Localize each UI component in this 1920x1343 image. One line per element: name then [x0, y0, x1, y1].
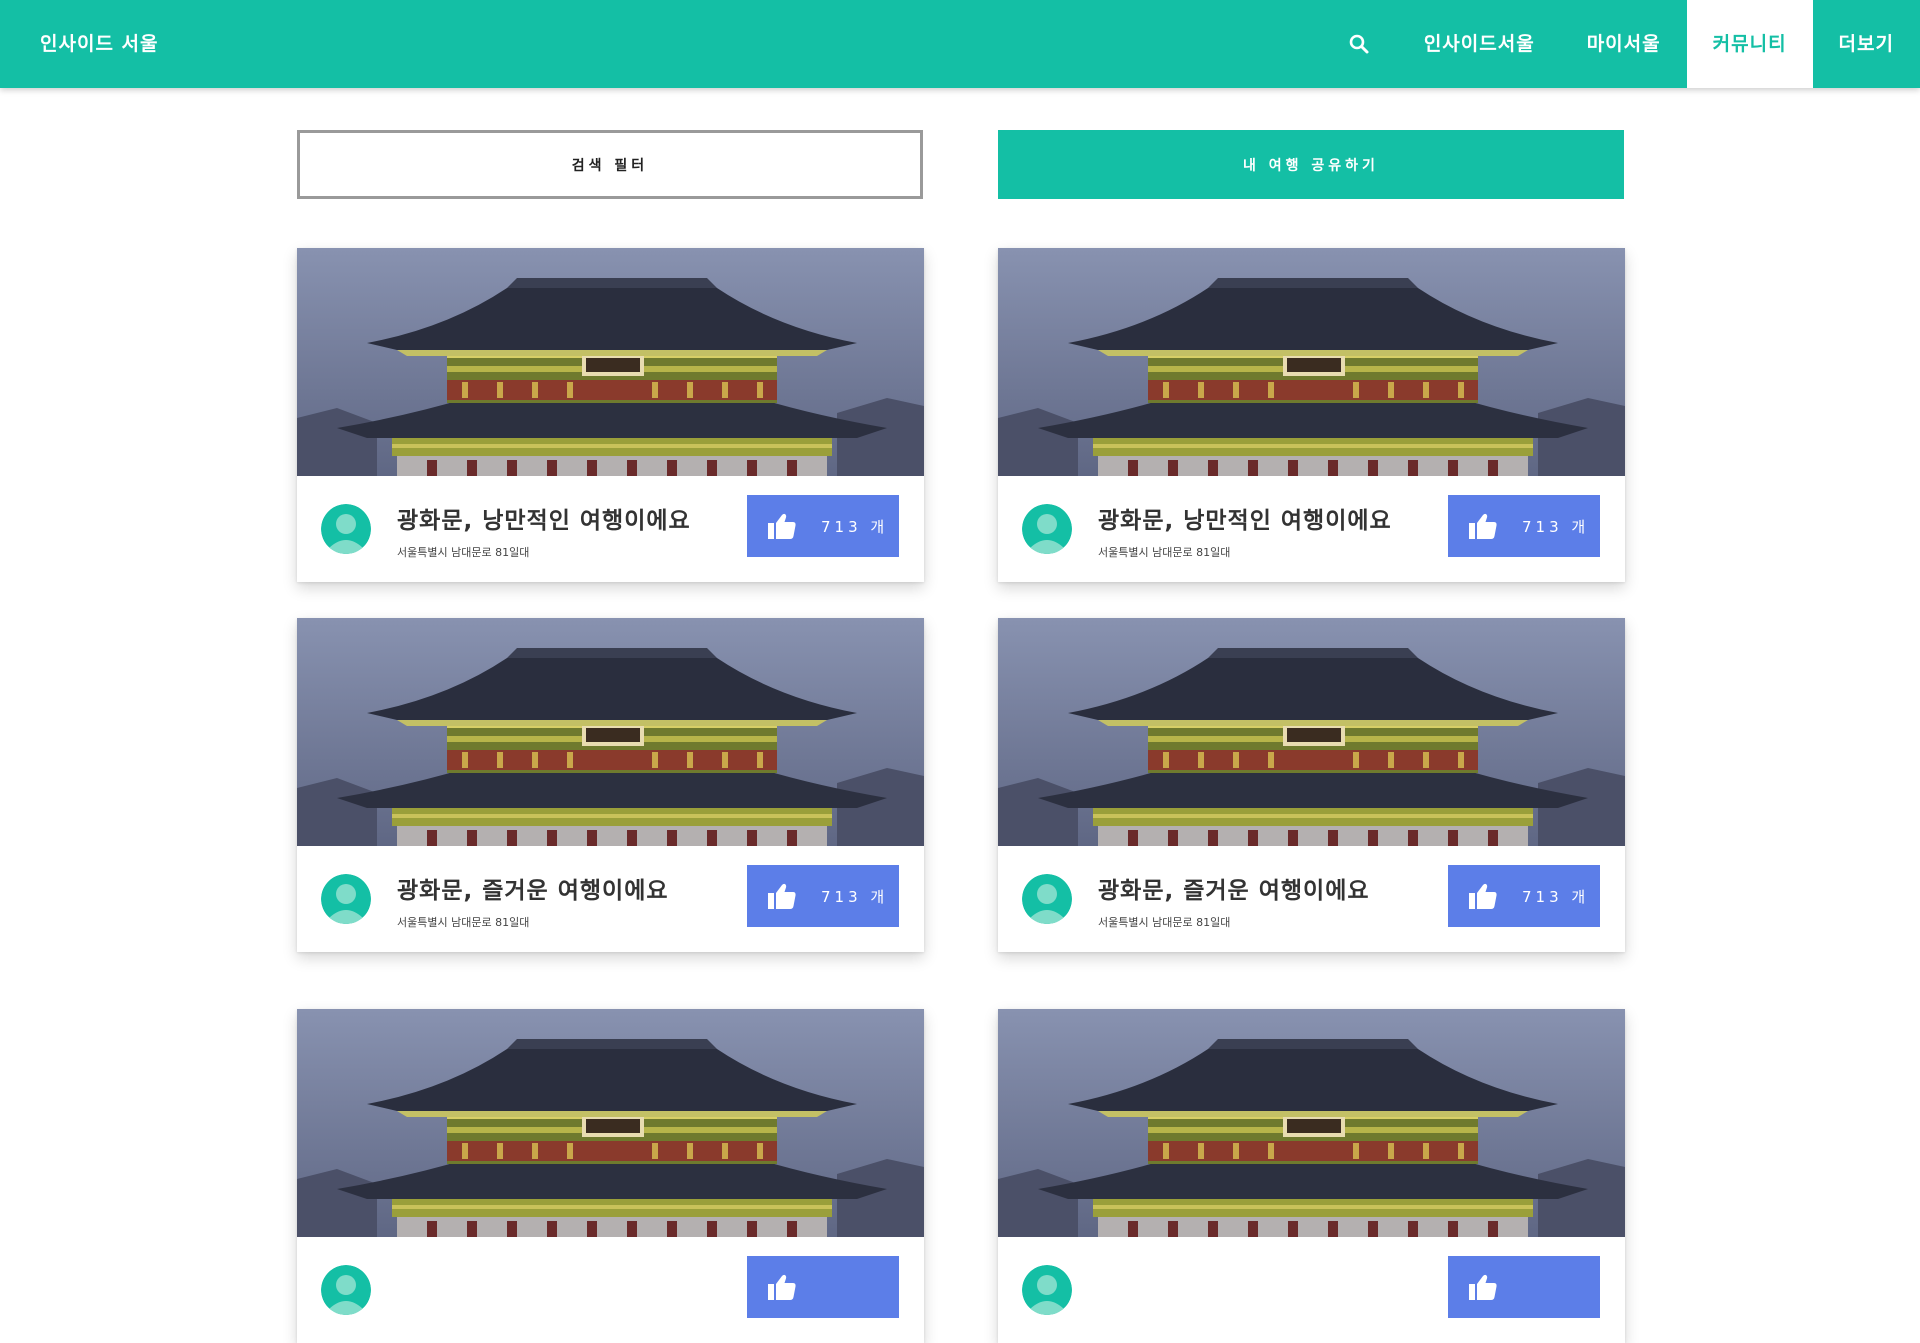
post-card[interactable]: 광화문, 낭만적인 여행이에요 서울특별시 남대문로 81일대 713 개	[998, 248, 1625, 582]
user-avatar-icon	[1022, 1265, 1072, 1315]
thumbs-up-icon	[1469, 513, 1497, 539]
thumbs-up-icon	[768, 513, 796, 539]
post-photo	[998, 1009, 1625, 1237]
post-title[interactable]: 광화문, 낭만적인 여행이에요	[1098, 501, 1392, 535]
post-title[interactable]: 광화문, 즐거운 여행이에요	[397, 871, 669, 905]
post-card[interactable]: 광화문, 즐거운 여행이에요 서울특별시 남대문로 81일대 713 개	[297, 618, 924, 952]
brand-logo[interactable]: 인사이드 서울	[40, 0, 159, 88]
post-card[interactable]	[998, 1009, 1625, 1343]
user-avatar[interactable]	[1022, 874, 1072, 924]
like-button[interactable]: 713 개	[1448, 865, 1600, 927]
thumbs-up-icon	[1469, 1274, 1497, 1300]
like-button[interactable]: 713 개	[747, 495, 899, 557]
thumbs-up-icon	[768, 1274, 796, 1300]
like-count: 713 개	[1522, 517, 1590, 536]
nav-item-my-seoul[interactable]: 마이서울	[1561, 0, 1687, 88]
like-count: 713 개	[1522, 887, 1590, 906]
post-title[interactable]: 광화문, 낭만적인 여행이에요	[397, 501, 691, 535]
thumbs-up-icon	[1469, 883, 1497, 909]
nav-item-community[interactable]: 커뮤니티	[1686, 0, 1813, 88]
main-nav: 인사이드서울 마이서울 커뮤니티 더보기	[1328, 0, 1920, 88]
post-photo	[998, 248, 1625, 476]
post-address: 서울특별시 남대문로 81일대	[397, 916, 530, 929]
like-button[interactable]	[1448, 1256, 1600, 1318]
user-avatar[interactable]	[321, 504, 371, 554]
user-avatar[interactable]	[1022, 504, 1072, 554]
search-filter-button[interactable]: 검색 필터	[297, 130, 923, 199]
user-avatar-icon	[1022, 874, 1072, 924]
post-photo	[297, 1009, 924, 1237]
like-button[interactable]: 713 개	[1448, 495, 1600, 557]
thumbs-up-icon	[768, 883, 796, 909]
post-address: 서울특별시 남대문로 81일대	[397, 546, 530, 559]
user-avatar-icon	[321, 1265, 371, 1315]
user-avatar[interactable]	[321, 1265, 371, 1315]
post-photo	[297, 618, 924, 846]
user-avatar-icon	[321, 504, 371, 554]
post-address: 서울특별시 남대문로 81일대	[1098, 546, 1231, 559]
post-photo	[297, 248, 924, 476]
post-card[interactable]: 광화문, 낭만적인 여행이에요 서울특별시 남대문로 81일대 713 개	[297, 248, 924, 582]
search-icon	[1349, 34, 1369, 54]
like-button[interactable]	[747, 1256, 899, 1318]
user-avatar-icon	[1022, 504, 1072, 554]
user-avatar-icon	[321, 874, 371, 924]
post-card[interactable]: 광화문, 즐거운 여행이에요 서울특별시 남대문로 81일대 713 개	[998, 618, 1625, 952]
top-navigation-bar: 인사이드 서울 인사이드서울 마이서울 커뮤니티 더보기	[0, 0, 1920, 88]
like-button[interactable]: 713 개	[747, 865, 899, 927]
post-card[interactable]	[297, 1009, 924, 1343]
like-count: 713 개	[821, 887, 889, 906]
user-avatar[interactable]	[321, 874, 371, 924]
nav-item-inside-seoul[interactable]: 인사이드서울	[1398, 0, 1561, 88]
like-count: 713 개	[821, 517, 889, 536]
search-button[interactable]	[1328, 0, 1390, 88]
post-title[interactable]: 광화문, 즐거운 여행이에요	[1098, 871, 1370, 905]
user-avatar[interactable]	[1022, 1265, 1072, 1315]
nav-item-more[interactable]: 더보기	[1813, 0, 1920, 88]
post-photo	[998, 618, 1625, 846]
post-address: 서울특별시 남대문로 81일대	[1098, 916, 1231, 929]
share-trip-button[interactable]: 내 여행 공유하기	[998, 130, 1624, 199]
